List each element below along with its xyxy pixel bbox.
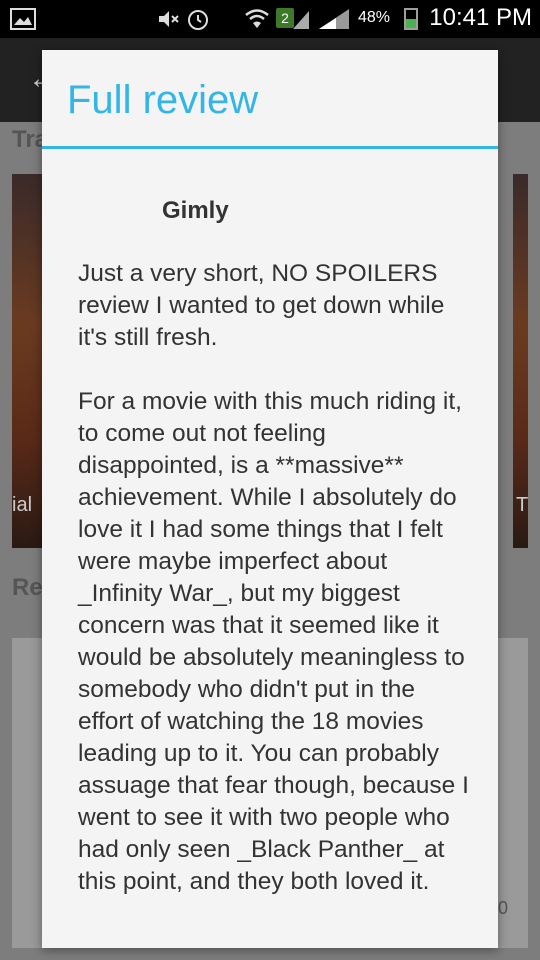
dialog-title: Full review [67,78,259,122]
review-card-right[interactable]: 0 [498,638,528,948]
review-author: Gimly [162,197,229,224]
clock: 10:41 PM [429,4,532,31]
poster-right-caption: T [516,494,529,516]
title-divider [42,146,498,149]
gallery-notification-icon [10,8,36,30]
battery-icon [404,8,418,30]
review-text[interactable]: Just a very short, NO SPOILERS review I … [78,258,472,930]
review-paragraph: Just a very short, NO SPOILERS review I … [78,260,445,351]
reviews-heading: Re [12,574,43,601]
review-card-value: 0 [498,898,509,918]
signal-icon-secondary [293,11,309,29]
status-bar: 2 48% 10:41 PM [0,0,540,38]
review-card-left[interactable] [12,638,42,948]
review-paragraph: For a movie with this much riding it, to… [78,388,469,895]
signal-strength-icon [319,9,349,29]
battery-percent: 48% [357,9,390,26]
poster-left-caption: ial [12,494,33,516]
mute-icon [159,11,179,27]
trailer-poster-left[interactable]: ial [12,174,42,548]
alarm-icon [188,10,208,30]
full-review-dialog[interactable]: Full review Gimly Just a very short, NO … [42,50,498,948]
wifi-icon [245,9,269,28]
trailer-poster-right[interactable]: T [513,174,528,548]
